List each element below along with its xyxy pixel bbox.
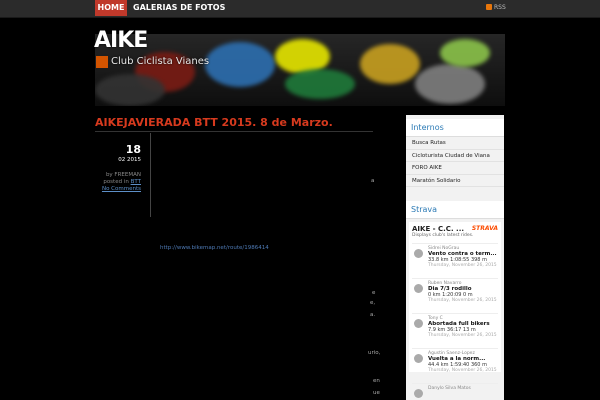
text-fragment: e bbox=[372, 290, 376, 296]
activity-item[interactable]: Tony C Abortada full bikers 7.9 km 36:17… bbox=[412, 313, 498, 348]
text-fragment: en bbox=[373, 378, 380, 384]
internos-widget: Internos Busca Rutas Cicloturista Ciudad… bbox=[406, 119, 504, 187]
site-tagline: Club Ciclista Vianes bbox=[111, 56, 210, 67]
text-fragment: a. bbox=[370, 312, 376, 318]
strava-logo[interactable]: STRAVA bbox=[472, 225, 498, 232]
strava-title: Strava bbox=[406, 201, 504, 219]
text-fragment: a bbox=[371, 178, 375, 184]
nav-galleries-link[interactable]: GALERIAS DE FOTOS bbox=[133, 0, 225, 16]
rss-label: RSS bbox=[494, 4, 506, 11]
avatar bbox=[414, 249, 423, 258]
site-header: AIKE Club Ciclista Vianes bbox=[94, 28, 505, 106]
post-author: by FREEMAN bbox=[105, 172, 141, 178]
posted-in-label: posted in bbox=[103, 179, 129, 185]
activity-item[interactable]: Agustin Saenz-Lopez Vuelta a la norm... … bbox=[412, 348, 498, 383]
logo-accent-square bbox=[96, 56, 108, 68]
post-title[interactable]: AIKEJAVIERADA BTT 2015. 8 de Marzo. bbox=[95, 116, 333, 129]
sidebar-item-cicloturista[interactable]: Cicloturista Ciudad de Viana bbox=[406, 150, 504, 162]
strava-widget: Strava AIKE - C.C. ... Displays club's l… bbox=[406, 201, 504, 398]
activity-date: Thursday, November 26, 2015 bbox=[428, 263, 497, 268]
sidebar-item-busca-rutas[interactable]: Busca Rutas bbox=[406, 137, 504, 150]
top-navigation: HOME GALERIAS DE FOTOS RSS bbox=[0, 0, 600, 18]
avatar bbox=[414, 389, 423, 398]
rss-icon bbox=[486, 4, 492, 10]
bikemap-route-link[interactable]: http://www.bikemap.net/route/1986414 bbox=[160, 245, 269, 251]
header-banner-image bbox=[95, 34, 505, 106]
sidebar-item-maraton[interactable]: Maratón Solidario bbox=[406, 175, 504, 187]
activity-item[interactable]: Sidrei NoGrau Vento contra o term... 33.… bbox=[412, 243, 498, 278]
comments-link[interactable]: No Comments bbox=[102, 186, 141, 192]
post-month-year: 02 2015 bbox=[118, 157, 141, 163]
avatar bbox=[414, 319, 423, 328]
text-fragment: ue bbox=[373, 390, 380, 396]
category-link[interactable]: BTT bbox=[131, 179, 141, 185]
nav-home-link[interactable]: HOME bbox=[95, 0, 127, 16]
activity-date: Thursday, November 26, 2015 bbox=[428, 298, 497, 303]
post-day: 18 bbox=[125, 143, 141, 156]
activity-date: Thursday, November 26, 2015 bbox=[428, 333, 497, 338]
avatar bbox=[414, 354, 423, 363]
post-title-divider bbox=[95, 131, 373, 132]
rss-link[interactable]: RSS bbox=[486, 4, 506, 11]
activity-item[interactable]: Danylo Silva Matos bbox=[412, 383, 498, 398]
strava-club-subtitle: Displays club's latest rides. bbox=[412, 233, 474, 238]
text-fragment: urio, bbox=[368, 350, 381, 356]
post-category-line: posted in BTT bbox=[95, 179, 141, 186]
activity-date: Thursday, November 26, 2015 bbox=[428, 368, 497, 373]
activity-athlete: Danylo Silva Matos bbox=[428, 386, 471, 391]
internos-title: Internos bbox=[406, 119, 504, 137]
text-fragment: e, bbox=[370, 300, 376, 306]
sidebar-item-foro[interactable]: FORO AIKE bbox=[406, 162, 504, 175]
activity-item[interactable]: Ruben Navarro Dia 7/3 rodillo 0 km 1:20:… bbox=[412, 278, 498, 313]
avatar bbox=[414, 284, 423, 293]
strava-club-box: AIKE - C.C. ... Displays club's latest r… bbox=[409, 222, 501, 398]
site-logo[interactable]: AIKE bbox=[94, 28, 148, 53]
post-meta: 18 02 2015 by FREEMAN posted in BTT No C… bbox=[95, 133, 151, 217]
sidebar: Internos Busca Rutas Cicloturista Ciudad… bbox=[406, 115, 504, 400]
